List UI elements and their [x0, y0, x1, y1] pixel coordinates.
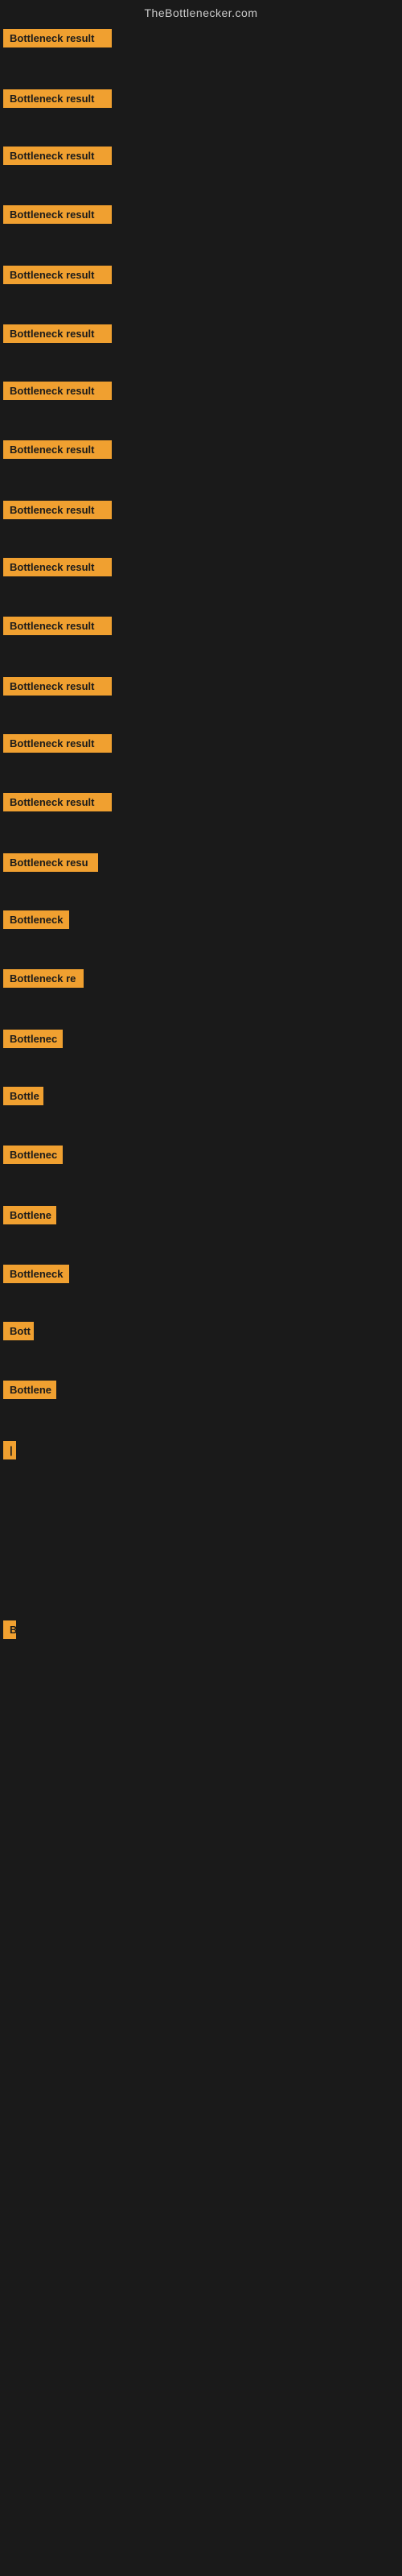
list-item: Bottleneck result — [0, 147, 402, 165]
list-item: Bottlene — [0, 1381, 402, 1399]
bottleneck-result-label: Bottleneck result — [3, 29, 112, 47]
list-item: Bottleneck — [0, 1265, 402, 1283]
bottleneck-result-label: Bottleneck result — [3, 440, 112, 459]
list-item: Bottleneck result — [0, 617, 402, 635]
bottleneck-result-label: Bottleneck — [3, 910, 69, 929]
list-item: Bottleneck resu — [0, 853, 402, 872]
list-item: Bottleneck result — [0, 266, 402, 284]
list-item: B — [0, 1620, 402, 1639]
bottleneck-result-label: Bottlene — [3, 1206, 56, 1224]
bottleneck-result-label: Bottleneck result — [3, 734, 112, 753]
list-item: Bottleneck — [0, 910, 402, 929]
list-item: Bottleneck result — [0, 793, 402, 811]
list-item: Bottleneck result — [0, 382, 402, 400]
bottleneck-result-label: Bottleneck result — [3, 382, 112, 400]
list-item: Bottleneck result — [0, 734, 402, 753]
site-header: TheBottlenecker.com — [0, 0, 402, 29]
bottleneck-result-label: Bottleneck result — [3, 501, 112, 519]
bottleneck-result-label: Bottle — [3, 1087, 43, 1105]
bottleneck-result-label: Bottleneck — [3, 1265, 69, 1283]
bottleneck-result-label: Bottlenec — [3, 1146, 63, 1164]
bottleneck-result-label: Bottlene — [3, 1381, 56, 1399]
list-item: Bottleneck result — [0, 501, 402, 519]
bottleneck-result-label: Bottleneck result — [3, 147, 112, 165]
list-item: Bott — [0, 1322, 402, 1340]
bottleneck-result-label: Bottleneck result — [3, 793, 112, 811]
bottleneck-result-label: Bottleneck resu — [3, 853, 98, 872]
bottleneck-result-label: Bottleneck result — [3, 205, 112, 224]
list-item: Bottleneck result — [0, 558, 402, 576]
bottleneck-result-label: | — [3, 1441, 16, 1459]
list-item: Bottlene — [0, 1206, 402, 1224]
list-item: Bottleneck result — [0, 677, 402, 696]
list-item: Bottleneck re — [0, 969, 402, 988]
bottleneck-result-label: Bottleneck result — [3, 677, 112, 696]
list-item: Bottleneck result — [0, 205, 402, 224]
list-item: Bottleneck result — [0, 89, 402, 108]
list-item: Bottleneck result — [0, 324, 402, 343]
list-item: Bottleneck result — [0, 440, 402, 459]
list-item: Bottlenec — [0, 1146, 402, 1164]
list-item: Bottle — [0, 1087, 402, 1105]
list-item: | — [0, 1441, 402, 1459]
bottleneck-result-label: Bottleneck re — [3, 969, 84, 988]
bottleneck-result-label: Bottleneck result — [3, 89, 112, 108]
list-item: Bottleneck result — [0, 29, 402, 47]
bottleneck-result-label: Bottleneck result — [3, 558, 112, 576]
bottleneck-result-label: Bottleneck result — [3, 266, 112, 284]
bottleneck-result-label: Bottleneck result — [3, 324, 112, 343]
bottleneck-result-label: Bottlenec — [3, 1030, 63, 1048]
list-item: Bottlenec — [0, 1030, 402, 1048]
bottleneck-result-label: Bottleneck result — [3, 617, 112, 635]
bottleneck-result-label: B — [3, 1620, 16, 1639]
bottleneck-result-label: Bott — [3, 1322, 34, 1340]
